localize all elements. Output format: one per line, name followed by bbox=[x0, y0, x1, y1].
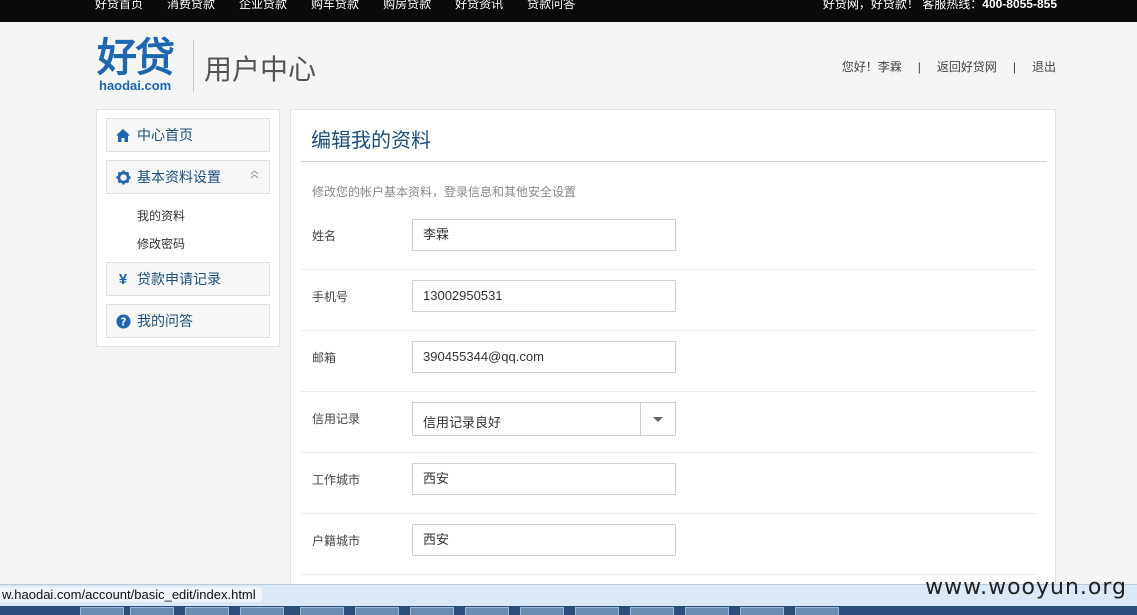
sidebar-item-loan-records[interactable]: ¥ 贷款申请记录 bbox=[106, 262, 270, 296]
taskbar-button[interactable] bbox=[465, 607, 509, 615]
sidebar-item-basic-settings[interactable]: 基本资料设置 bbox=[106, 160, 270, 194]
top-nav-car-loan[interactable]: 购车贷款 bbox=[311, 0, 359, 12]
top-bar: 好贷首页 消费贷款 企业贷款 购车贷款 购房贷款 好贷资讯 贷款问答 好贷网，好… bbox=[0, 0, 1137, 22]
logo-divider bbox=[193, 40, 194, 92]
gear-icon bbox=[115, 169, 131, 185]
form-row-hukou-city: 户籍城市 西安 bbox=[301, 514, 1036, 575]
work-city-input[interactable]: 西安 bbox=[412, 463, 676, 495]
taskbar-button[interactable] bbox=[520, 607, 564, 615]
taskbar-button[interactable] bbox=[410, 607, 454, 615]
taskbar-button[interactable] bbox=[80, 607, 124, 615]
watermark: www.wooyun.org bbox=[925, 575, 1127, 600]
taskbar-button[interactable] bbox=[355, 607, 399, 615]
top-nav-home[interactable]: 好贷首页 bbox=[95, 0, 143, 12]
credit-select-value: 信用记录良好 bbox=[423, 415, 502, 430]
sidebar-item-home[interactable]: 中心首页 bbox=[106, 118, 270, 152]
logout-link[interactable]: 退出 bbox=[1032, 58, 1056, 75]
form-row-work-city: 工作城市 西安 bbox=[301, 453, 1036, 514]
credit-select[interactable]: 信用记录良好 bbox=[412, 402, 676, 436]
hukou-city-input[interactable]: 西安 bbox=[412, 524, 676, 556]
form-row-email: 邮箱 390455344@qq.com bbox=[301, 331, 1036, 392]
hukou-city-label: 户籍城市 bbox=[312, 534, 361, 548]
sidebar-item-my-qa[interactable]: ? 我的问答 bbox=[106, 304, 270, 338]
sidebar-item-label: 贷款申请记录 bbox=[137, 271, 221, 287]
back-to-site-link[interactable]: 返回好贷网 bbox=[937, 58, 997, 75]
name-label: 姓名 bbox=[312, 229, 337, 243]
taskbar bbox=[0, 606, 1137, 615]
form-row-name: 姓名 李霖 bbox=[301, 209, 1036, 270]
form-row-credit: 信用记录 信用记录良好 bbox=[301, 392, 1036, 453]
email-input[interactable]: 390455344@qq.com bbox=[412, 341, 676, 373]
taskbar-button[interactable] bbox=[185, 607, 229, 615]
logo-chinese: 好贷 bbox=[97, 35, 175, 81]
sidebar-item-label: 中心首页 bbox=[137, 127, 193, 143]
email-label: 邮箱 bbox=[312, 351, 337, 365]
work-city-label: 工作城市 bbox=[312, 473, 361, 487]
profile-edit-panel: 编辑我的资料 修改您的帐户基本资料，登录信息和其他安全设置 姓名 李霖 手机号 … bbox=[290, 109, 1056, 615]
page-title: 用户中心 bbox=[204, 54, 317, 85]
top-nav-consumer-loan[interactable]: 消费贷款 bbox=[167, 0, 215, 12]
status-url: w.haodai.com/account/basic_edit/index.ht… bbox=[0, 587, 262, 602]
top-nav-business-loan[interactable]: 企业贷款 bbox=[239, 0, 287, 12]
sidebar-item-label: 基本资料设置 bbox=[137, 169, 221, 185]
taskbar-button[interactable] bbox=[300, 607, 344, 615]
yen-icon: ¥ bbox=[118, 270, 128, 288]
user-links: 您好！李霖 | 返回好贷网 | 退出 bbox=[842, 58, 1056, 75]
browser-status-bar: w.haodai.com/account/basic_edit/index.ht… bbox=[0, 575, 1137, 606]
top-nav-qa[interactable]: 贷款问答 bbox=[527, 0, 575, 12]
home-icon bbox=[115, 127, 131, 143]
svg-text:?: ? bbox=[120, 316, 126, 328]
phone-label: 手机号 bbox=[312, 290, 349, 304]
title-divider bbox=[301, 161, 1047, 162]
sidebar: 中心首页 基本资料设置 我的资料 修改密码 ¥ 贷款申请记录 ? 我的问答 bbox=[96, 109, 280, 347]
taskbar-button[interactable] bbox=[130, 607, 174, 615]
name-input[interactable]: 李霖 bbox=[412, 219, 676, 251]
hotline-number: 400-8055-855 bbox=[982, 0, 1057, 11]
taskbar-button[interactable] bbox=[575, 607, 619, 615]
caret-down-icon bbox=[653, 416, 663, 422]
sidebar-item-label: 我的问答 bbox=[137, 313, 193, 329]
panel-description: 修改您的帐户基本资料，登录信息和其他安全设置 bbox=[312, 185, 577, 199]
panel-title: 编辑我的资料 bbox=[311, 130, 431, 152]
chevron-up-icon[interactable] bbox=[250, 170, 259, 182]
taskbar-button[interactable] bbox=[795, 607, 839, 615]
link-divider: | bbox=[1012, 59, 1016, 74]
credit-label: 信用记录 bbox=[312, 412, 361, 426]
top-nav-house-loan[interactable]: 购房贷款 bbox=[383, 0, 431, 12]
hotline: 好贷网，好贷款！ 客服热线：400-8055-855 bbox=[823, 0, 1057, 12]
taskbar-button[interactable] bbox=[240, 607, 284, 615]
sidebar-sub-change-password[interactable]: 修改密码 bbox=[137, 235, 185, 252]
taskbar-button[interactable] bbox=[740, 607, 784, 615]
link-divider: | bbox=[917, 59, 921, 74]
taskbar-button[interactable] bbox=[630, 607, 674, 615]
question-icon: ? bbox=[115, 313, 131, 329]
logo-english: haodai.com bbox=[99, 78, 172, 93]
top-nav: 好贷首页 消费贷款 企业贷款 购车贷款 购房贷款 好贷资讯 贷款问答 bbox=[95, 0, 599, 12]
phone-input[interactable]: 13002950531 bbox=[412, 280, 676, 312]
form-row-phone: 手机号 13002950531 bbox=[301, 270, 1036, 331]
dropdown-button[interactable] bbox=[640, 403, 675, 435]
user-greeting: 您好！李霖 bbox=[841, 60, 902, 74]
sidebar-sub-my-profile[interactable]: 我的资料 bbox=[137, 207, 185, 224]
haodai-logo[interactable]: 好贷 haodai.com bbox=[97, 36, 187, 96]
hotline-greeting: 好贷网，好贷款！ 客服热线： bbox=[822, 0, 983, 11]
taskbar-button[interactable] bbox=[685, 607, 729, 615]
top-nav-news[interactable]: 好贷资讯 bbox=[455, 0, 503, 12]
